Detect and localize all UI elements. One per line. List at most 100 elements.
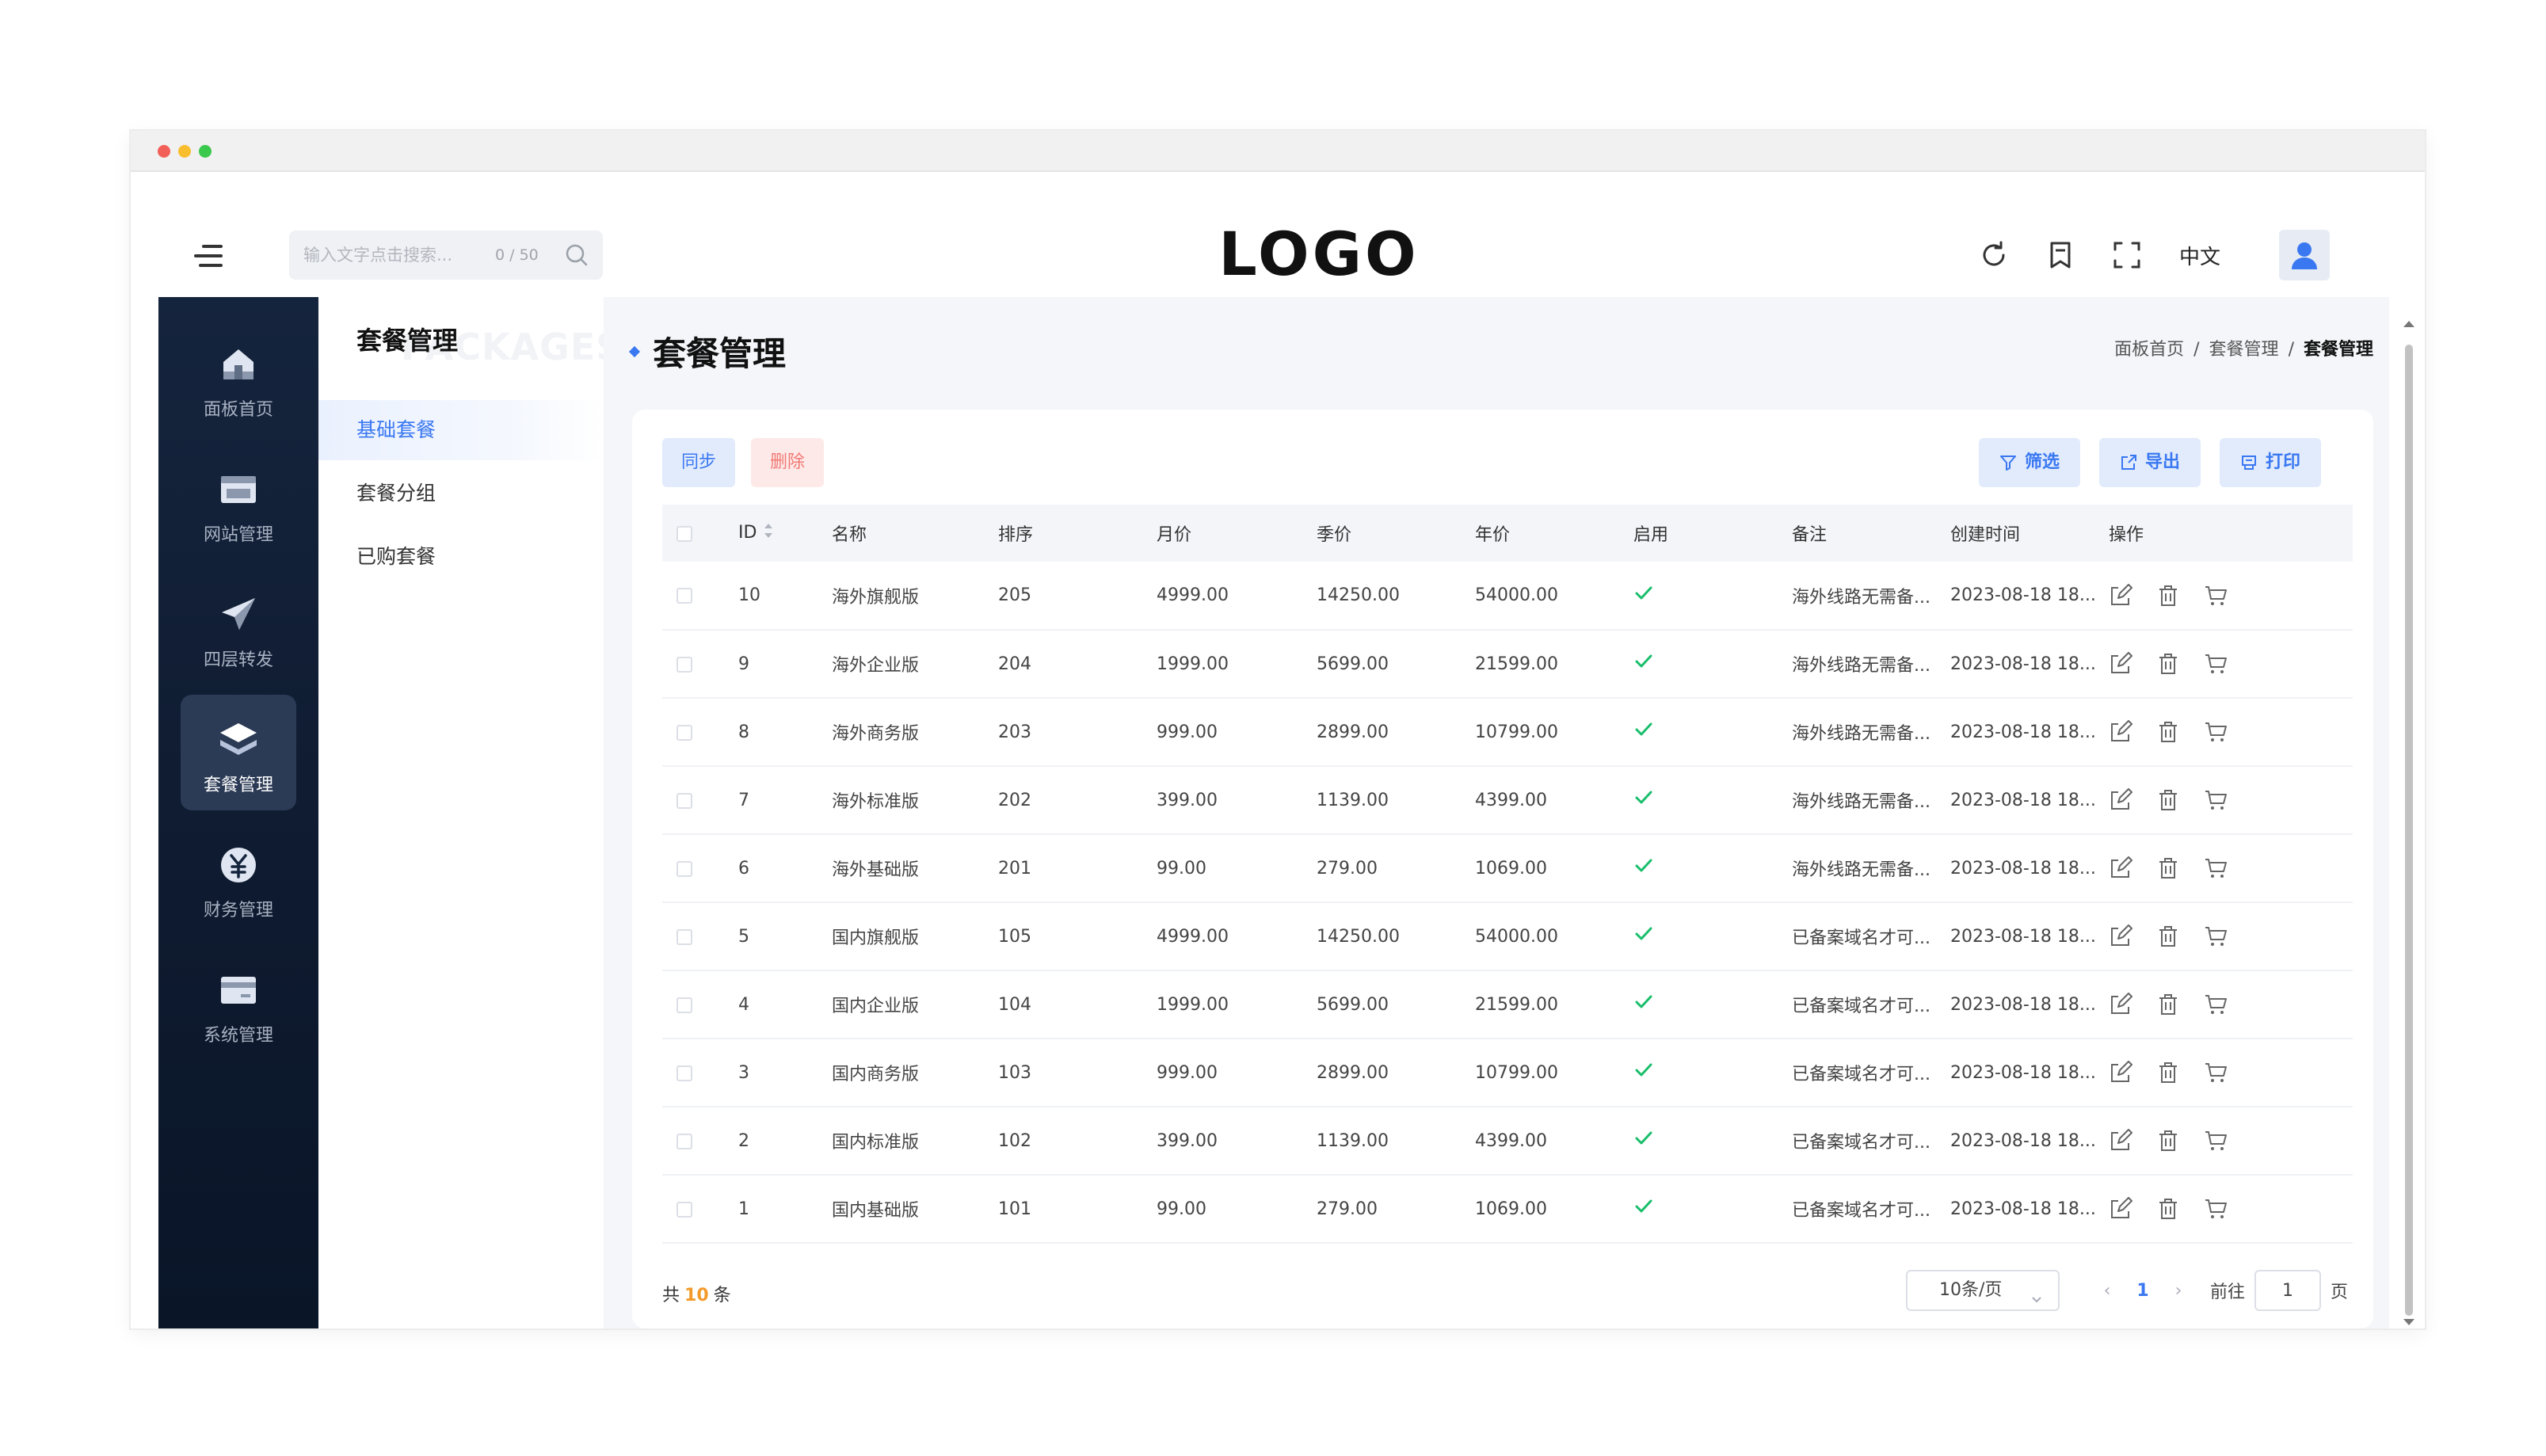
edit-icon[interactable] xyxy=(2109,1197,2132,1221)
sidebar-item-packages[interactable]: 套餐管理 xyxy=(181,695,296,810)
edit-icon[interactable] xyxy=(2109,993,2132,1016)
select-all-checkbox[interactable] xyxy=(677,525,692,542)
sidebar-item-finance[interactable]: 财务管理 xyxy=(181,820,296,936)
table-row[interactable]: 10 海外旗舰版 205 4999.00 14250.00 54000.00 海外线路无需备… xyxy=(662,562,2353,631)
sidebar-item-forward[interactable]: 四层转发 xyxy=(181,570,296,685)
cart-icon[interactable] xyxy=(2204,788,2228,812)
page-number[interactable]: 1 xyxy=(2123,1281,2163,1301)
column-header-name: 名称 xyxy=(832,505,998,562)
scroll-up-icon[interactable] xyxy=(2403,321,2415,327)
avatar[interactable] xyxy=(2279,230,2330,280)
trash-icon[interactable] xyxy=(2156,720,2180,744)
title-bar xyxy=(131,131,2425,172)
sidebar-item-system[interactable]: 系统管理 xyxy=(181,945,296,1061)
minimize-dot[interactable] xyxy=(178,145,191,158)
delete-button[interactable]: 删除 xyxy=(751,438,824,487)
trash-icon[interactable] xyxy=(2156,993,2180,1016)
trash-icon[interactable] xyxy=(2156,1061,2180,1084)
page-size-select[interactable]: 10条/页 xyxy=(1905,1270,2060,1311)
row-checkbox[interactable] xyxy=(677,928,692,945)
sidebar-item-dashboard[interactable]: 面板首页 xyxy=(181,319,296,435)
cell-remark: 已备案域名才可... xyxy=(1792,1107,1950,1176)
edit-icon[interactable] xyxy=(2109,720,2132,744)
search-icon[interactable] xyxy=(563,242,590,269)
sort-icon[interactable] xyxy=(763,522,774,544)
row-checkbox[interactable] xyxy=(677,860,692,877)
cart-icon[interactable] xyxy=(2204,1061,2228,1084)
table-row[interactable]: 6 海外基础版 201 99.00 279.00 1069.00 海外线路无需备... 202… xyxy=(662,834,2353,903)
export-button[interactable]: 导出 xyxy=(2099,438,2201,487)
print-label: 打印 xyxy=(2265,452,2300,472)
row-checkbox[interactable] xyxy=(677,792,692,809)
goto-page-input[interactable] xyxy=(2254,1270,2321,1311)
row-checkbox[interactable] xyxy=(677,1201,692,1218)
cart-icon[interactable] xyxy=(2204,1197,2228,1221)
maximize-dot[interactable] xyxy=(199,145,212,158)
subnav-item-groups[interactable]: 套餐分组 xyxy=(318,463,604,524)
cart-icon[interactable] xyxy=(2204,720,2228,744)
row-checkbox[interactable] xyxy=(677,588,692,604)
cart-icon[interactable] xyxy=(2204,993,2228,1016)
row-checkbox[interactable] xyxy=(677,997,692,1013)
language-switch[interactable]: 中文 xyxy=(2179,241,2220,270)
subnav-item-basic[interactable]: 基础套餐 xyxy=(318,400,604,460)
cart-icon[interactable] xyxy=(2204,584,2228,608)
cell-name: 海外企业版 xyxy=(832,630,998,699)
table-row[interactable]: 3 国内商务版 103 999.00 2899.00 10799.00 已备案域名才可...… xyxy=(662,1039,2353,1107)
cell-created: 2023-08-18 18... xyxy=(1950,1175,2109,1244)
column-header-id[interactable]: ID xyxy=(738,505,832,562)
edit-icon[interactable] xyxy=(2109,856,2132,880)
table-row[interactable]: 5 国内旗舰版 105 4999.00 14250.00 54000.00 已备案域名才可.… xyxy=(662,902,2353,971)
cart-icon[interactable] xyxy=(2204,1129,2228,1153)
breadcrumb-home[interactable]: 面板首页 xyxy=(2114,340,2184,360)
row-checkbox[interactable] xyxy=(677,1065,692,1081)
table-row[interactable]: 7 海外标准版 202 399.00 1139.00 4399.00 海外线路无需备... 2… xyxy=(662,766,2353,835)
trash-icon[interactable] xyxy=(2156,924,2180,948)
edit-icon[interactable] xyxy=(2109,1129,2132,1153)
trash-icon[interactable] xyxy=(2156,1129,2180,1153)
next-page-icon[interactable]: › xyxy=(2163,1281,2194,1301)
breadcrumb-packages[interactable]: 套餐管理 xyxy=(2209,340,2279,360)
search-input[interactable] xyxy=(303,231,494,280)
refresh-icon[interactable] xyxy=(1970,231,2018,279)
bookmark-icon[interactable] xyxy=(2037,231,2084,279)
table-row[interactable]: 8 海外商务版 203 999.00 2899.00 10799.00 海外线路无需备...… xyxy=(662,698,2353,767)
menu-toggle-icon[interactable] xyxy=(194,243,226,269)
row-checkbox[interactable] xyxy=(677,724,692,741)
cart-icon[interactable] xyxy=(2204,652,2228,676)
trash-icon[interactable] xyxy=(2156,856,2180,880)
trash-icon[interactable] xyxy=(2156,584,2180,608)
trash-icon[interactable] xyxy=(2156,1197,2180,1221)
cell-sort: 101 xyxy=(998,1175,1157,1244)
filter-button[interactable]: 筛选 xyxy=(1979,438,2080,487)
sidebar-item-website[interactable]: 网站管理 xyxy=(181,444,296,560)
cell-year: 4399.00 xyxy=(1475,1107,1633,1176)
table-row[interactable]: 1 国内基础版 101 99.00 279.00 1069.00 已备案域名才可... 202… xyxy=(662,1175,2353,1244)
edit-icon[interactable] xyxy=(2109,583,2132,608)
edit-icon[interactable] xyxy=(2109,788,2132,812)
vertical-scrollbar[interactable] xyxy=(2389,297,2425,1328)
cart-icon[interactable] xyxy=(2204,924,2228,948)
edit-icon[interactable] xyxy=(2109,924,2132,948)
cell-actions xyxy=(2109,766,2353,835)
row-checkbox[interactable] xyxy=(677,656,692,673)
scrollbar-thumb[interactable] xyxy=(2405,345,2413,1316)
cart-icon[interactable] xyxy=(2204,856,2228,880)
trash-icon[interactable] xyxy=(2156,788,2180,812)
prev-page-icon[interactable]: ‹ xyxy=(2091,1281,2123,1301)
subnav-item-purchased[interactable]: 已购套餐 xyxy=(318,527,604,587)
trash-icon[interactable] xyxy=(2156,652,2180,676)
cell-created: 2023-08-18 18... xyxy=(1950,1107,2109,1176)
table-row[interactable]: 2 国内标准版 102 399.00 1139.00 4399.00 已备案域名才可... 2… xyxy=(662,1107,2353,1176)
sync-button[interactable]: 同步 xyxy=(662,438,735,487)
scroll-down-icon[interactable] xyxy=(2403,1319,2415,1325)
table-row[interactable]: 4 国内企业版 104 1999.00 5699.00 21599.00 已备案域名才可..… xyxy=(662,970,2353,1039)
edit-icon[interactable] xyxy=(2109,652,2132,676)
table-row[interactable]: 9 海外企业版 204 1999.00 5699.00 21599.00 海外线路无需备..… xyxy=(662,630,2353,699)
edit-icon[interactable] xyxy=(2109,1061,2132,1084)
close-dot[interactable] xyxy=(158,145,170,158)
row-checkbox[interactable] xyxy=(677,1133,692,1149)
fullscreen-icon[interactable] xyxy=(2103,231,2151,279)
cell-id: 4 xyxy=(738,970,832,1039)
print-button[interactable]: 打印 xyxy=(2220,438,2321,487)
